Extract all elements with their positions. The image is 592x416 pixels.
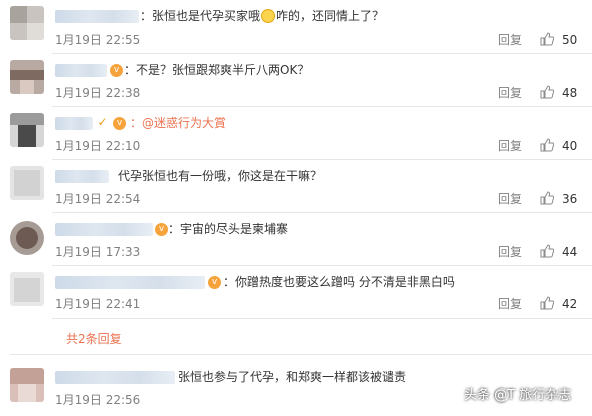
emoji-icon <box>261 9 276 23</box>
comment-time: 1月19日 22:55 <box>55 33 141 47</box>
username-blurred[interactable] <box>55 371 175 384</box>
comment-text-part: 咋的，还同情上了？ <box>276 9 385 23</box>
thumbs-up-icon[interactable] <box>540 296 554 310</box>
avatar[interactable] <box>10 368 44 402</box>
comment-time: 1月19日 22:38 <box>55 86 141 100</box>
avatar[interactable] <box>10 113 44 147</box>
verified-badge-icon: v <box>113 117 126 130</box>
avatar[interactable] <box>10 272 44 306</box>
comment-time: 1月19日 22:41 <box>55 297 141 311</box>
divider <box>10 354 592 355</box>
thumbs-up-icon[interactable] <box>540 244 554 258</box>
reply-button[interactable]: 回复 <box>498 139 522 153</box>
username-blurred[interactable] <box>55 170 109 183</box>
comment-item: 代孕张恒也有一份哦，你这是在干嘛？ 1月19日 22:54 回复 36 <box>0 160 592 213</box>
reply-button[interactable]: 回复 <box>498 297 522 311</box>
vip-badge-icon: ✓ <box>97 115 108 129</box>
reply-button[interactable]: 回复 <box>498 192 522 206</box>
comment-text: ：你蹭热度也要这么蹭吗 分不清是非黑白吗 <box>223 275 455 289</box>
mention-link[interactable]: ：@迷惑行为大賞 <box>130 115 226 131</box>
comment-text: 代孕张恒也有一份哦，你这是在干嘛？ <box>118 169 323 183</box>
comment-time: 1月19日 22:10 <box>55 139 141 153</box>
comment-text: ：张恒也是代孕买家哦 咋的，还同情上了？ <box>140 8 384 24</box>
verified-badge-icon: v <box>208 276 221 289</box>
comment-time: 1月19日 22:56 <box>55 393 141 407</box>
username-blurred[interactable] <box>55 64 107 77</box>
view-replies-link[interactable]: 共2条回复 <box>66 332 122 346</box>
comment-item: v ：不是？张恒跟郑爽半斤八两OK？ 1月19日 22:38 回复 48 <box>0 54 592 107</box>
reply-button[interactable]: 回复 <box>498 86 522 100</box>
thumbs-up-icon[interactable] <box>540 138 554 152</box>
thumbs-up-icon[interactable] <box>540 32 554 46</box>
watermark: 头条 @T 旅行杂志 <box>464 388 572 403</box>
username-blurred[interactable] <box>55 10 139 23</box>
comment-time: 1月19日 17:33 <box>55 245 141 259</box>
avatar[interactable] <box>10 60 44 94</box>
comment-item: ✓ v ：@迷惑行为大賞 1月19日 22:10 回复 40 <box>0 107 592 160</box>
comment-text-part: ：张恒也是代孕买家哦 <box>140 9 261 23</box>
comment-text: 张恒也参与了代孕，和郑爽一样都该被谴责 <box>178 370 407 384</box>
like-count: 42 <box>562 297 578 311</box>
like-count: 50 <box>562 33 578 47</box>
avatar[interactable] <box>10 6 44 40</box>
like-count: 44 <box>562 245 578 259</box>
username-blurred[interactable] <box>55 223 153 236</box>
divider <box>52 318 592 319</box>
thumbs-up-icon[interactable] <box>540 85 554 99</box>
verified-badge-icon: v <box>110 64 123 77</box>
like-count: 36 <box>562 192 578 206</box>
comment-text: ：宇宙的尽头是柬埔寨 <box>168 222 289 236</box>
thumbs-up-icon[interactable] <box>540 191 554 205</box>
avatar[interactable] <box>10 221 44 255</box>
reply-button[interactable]: 回复 <box>498 245 522 259</box>
comment-time: 1月19日 22:54 <box>55 192 141 206</box>
comment-item: v ：宇宙的尽头是柬埔寨 1月19日 17:33 回复 44 <box>0 213 592 266</box>
comment-text: ：不是？张恒跟郑爽半斤八两OK？ <box>124 63 310 77</box>
verified-badge-icon: v <box>155 223 168 236</box>
comment-item: ：张恒也是代孕买家哦 咋的，还同情上了？ 1月19日 22:55 回复 50 <box>0 0 592 54</box>
username-blurred[interactable] <box>55 276 205 289</box>
reply-button[interactable]: 回复 <box>498 33 522 47</box>
avatar[interactable] <box>10 166 44 200</box>
like-count: 40 <box>562 139 578 153</box>
comment-item: v ：你蹭热度也要这么蹭吗 分不清是非黑白吗 1月19日 22:41 回复 42… <box>0 266 592 356</box>
like-count: 48 <box>562 86 578 100</box>
username-blurred[interactable] <box>55 117 93 130</box>
